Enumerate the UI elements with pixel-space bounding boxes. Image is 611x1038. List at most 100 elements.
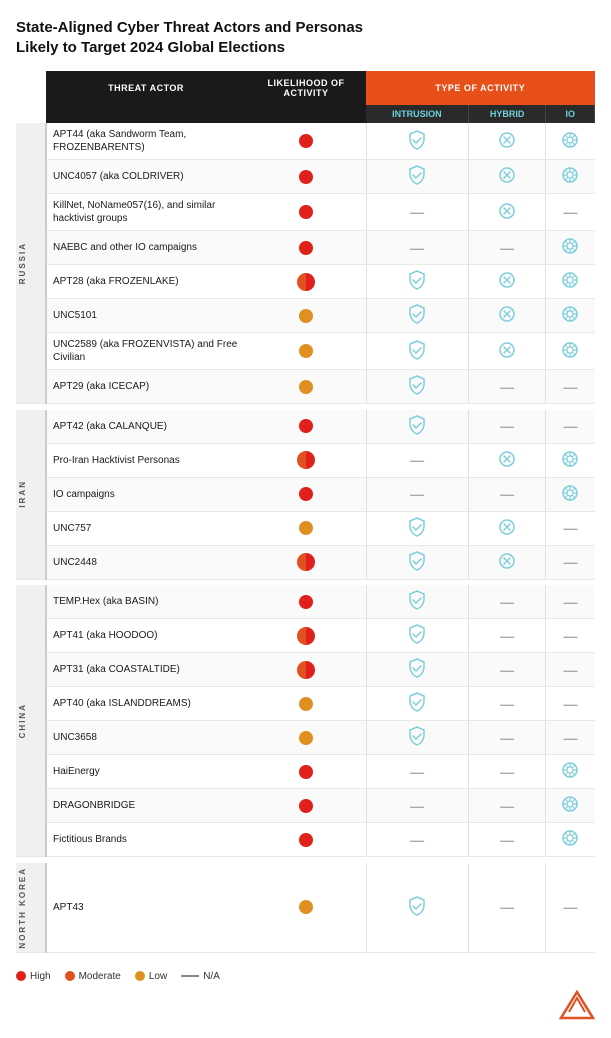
likelihood-cell xyxy=(246,370,366,404)
io-cell: — xyxy=(546,687,595,721)
legend-high: High xyxy=(16,971,51,982)
hybrid-cell xyxy=(468,160,546,194)
table-row: APT29 (aka ICECAP) —— xyxy=(16,370,595,404)
io-cell: — xyxy=(546,619,595,653)
hybrid-subheader: Hybrid xyxy=(468,105,546,123)
table-row: IO campaigns—— xyxy=(16,477,595,511)
low-label: Low xyxy=(149,971,167,982)
actor-name-cell: IO campaigns xyxy=(46,477,246,511)
io-cell xyxy=(546,823,595,857)
na-line xyxy=(181,975,199,977)
hybrid-cell: — xyxy=(468,687,546,721)
likelihood-cell xyxy=(246,863,366,953)
table-row: APT40 (aka ISLANDDREAMS) —— xyxy=(16,687,595,721)
intrusion-cell xyxy=(366,619,468,653)
intrusion-cell xyxy=(366,545,468,579)
io-cell: — xyxy=(546,863,595,953)
likelihood-cell xyxy=(246,265,366,299)
table-row: Fictitious Brands—— xyxy=(16,823,595,857)
table-row: HaiEnergy—— xyxy=(16,755,595,789)
intrusion-cell xyxy=(366,863,468,953)
region-china: CHINA xyxy=(16,585,46,857)
main-table: THREAT ACTOR LIKELIHOOD OF ACTIVITY TYPE… xyxy=(16,71,595,959)
legend-na: N/A xyxy=(181,971,220,982)
likelihood-cell xyxy=(246,823,366,857)
hybrid-cell: — xyxy=(468,619,546,653)
region-iran: IRAN xyxy=(16,410,46,580)
table-row: RUSSIAAPT44 (aka Sandworm Team, FROZENBA… xyxy=(16,123,595,160)
actor-name-cell: UNC2589 (aka FROZENVISTA) and Free Civil… xyxy=(46,333,246,370)
region-spacer xyxy=(16,953,595,959)
intrusion-cell xyxy=(366,299,468,333)
intrusion-cell xyxy=(366,333,468,370)
likelihood-cell xyxy=(246,585,366,619)
io-cell: — xyxy=(546,653,595,687)
table-row: NORTH KOREAAPT43 —— xyxy=(16,863,595,953)
intrusion-cell: — xyxy=(366,823,468,857)
actor-name-cell: HaiEnergy xyxy=(46,755,246,789)
hybrid-cell: — xyxy=(468,653,546,687)
actor-name-cell: KillNet, NoName057(16), and similar hack… xyxy=(46,194,246,231)
table-row: UNC3658 —— xyxy=(16,721,595,755)
intrusion-subheader: Intrusion xyxy=(366,105,468,123)
table-row: APT28 (aka FROZENLAKE) xyxy=(16,265,595,299)
io-cell: — xyxy=(546,194,595,231)
io-subheader: IO xyxy=(546,105,595,123)
hybrid-cell: — xyxy=(468,721,546,755)
io-cell: — xyxy=(546,545,595,579)
actor-name-cell: APT29 (aka ICECAP) xyxy=(46,370,246,404)
hybrid-cell xyxy=(468,511,546,545)
likelihood-cell xyxy=(246,194,366,231)
low-dot xyxy=(135,971,145,981)
likelihood-cell xyxy=(246,619,366,653)
likelihood-cell xyxy=(246,160,366,194)
table-row: UNC5101 xyxy=(16,299,595,333)
io-cell: — xyxy=(546,410,595,444)
likelihood-cell xyxy=(246,545,366,579)
intrusion-cell xyxy=(366,511,468,545)
threat-actor-header: THREAT ACTOR xyxy=(46,71,246,105)
table-row: Pro-Iran Hacktivist Personas— xyxy=(16,443,595,477)
actor-name-cell: Fictitious Brands xyxy=(46,823,246,857)
intrusion-cell xyxy=(366,370,468,404)
io-cell xyxy=(546,299,595,333)
actor-name-cell: Pro-Iran Hacktivist Personas xyxy=(46,443,246,477)
likelihood-cell xyxy=(246,511,366,545)
intrusion-cell: — xyxy=(366,194,468,231)
likelihood-cell xyxy=(246,443,366,477)
hybrid-cell xyxy=(468,123,546,160)
table-row: KillNet, NoName057(16), and similar hack… xyxy=(16,194,595,231)
io-cell xyxy=(546,443,595,477)
likelihood-cell xyxy=(246,789,366,823)
intrusion-cell xyxy=(366,123,468,160)
table-row: CHINATEMP.Hex (aka BASIN) —— xyxy=(16,585,595,619)
actor-name-cell: APT41 (aka HOODOO) xyxy=(46,619,246,653)
likelihood-cell xyxy=(246,721,366,755)
hybrid-cell xyxy=(468,299,546,333)
table-row: DRAGONBRIDGE—— xyxy=(16,789,595,823)
type-activity-header: TYPE OF ACTIVITY xyxy=(366,71,595,105)
intrusion-cell xyxy=(366,410,468,444)
table-row: APT31 (aka COASTALTIDE) —— xyxy=(16,653,595,687)
likelihood-cell xyxy=(246,410,366,444)
likelihood-cell xyxy=(246,653,366,687)
likelihood-cell xyxy=(246,687,366,721)
actor-name-cell: UNC757 xyxy=(46,511,246,545)
table-row: APT41 (aka HOODOO) —— xyxy=(16,619,595,653)
mandiant-logo xyxy=(559,990,595,1020)
likelihood-cell xyxy=(246,299,366,333)
hybrid-cell xyxy=(468,545,546,579)
hybrid-cell: — xyxy=(468,410,546,444)
hybrid-cell: — xyxy=(468,477,546,511)
moderate-dot xyxy=(65,971,75,981)
legend: High Moderate Low N/A xyxy=(16,971,595,982)
io-cell: — xyxy=(546,511,595,545)
io-cell xyxy=(546,755,595,789)
actor-name-cell: UNC5101 xyxy=(46,299,246,333)
intrusion-cell xyxy=(366,265,468,299)
hybrid-cell: — xyxy=(468,231,546,265)
hybrid-cell: — xyxy=(468,370,546,404)
intrusion-cell xyxy=(366,721,468,755)
io-cell xyxy=(546,123,595,160)
io-cell xyxy=(546,333,595,370)
